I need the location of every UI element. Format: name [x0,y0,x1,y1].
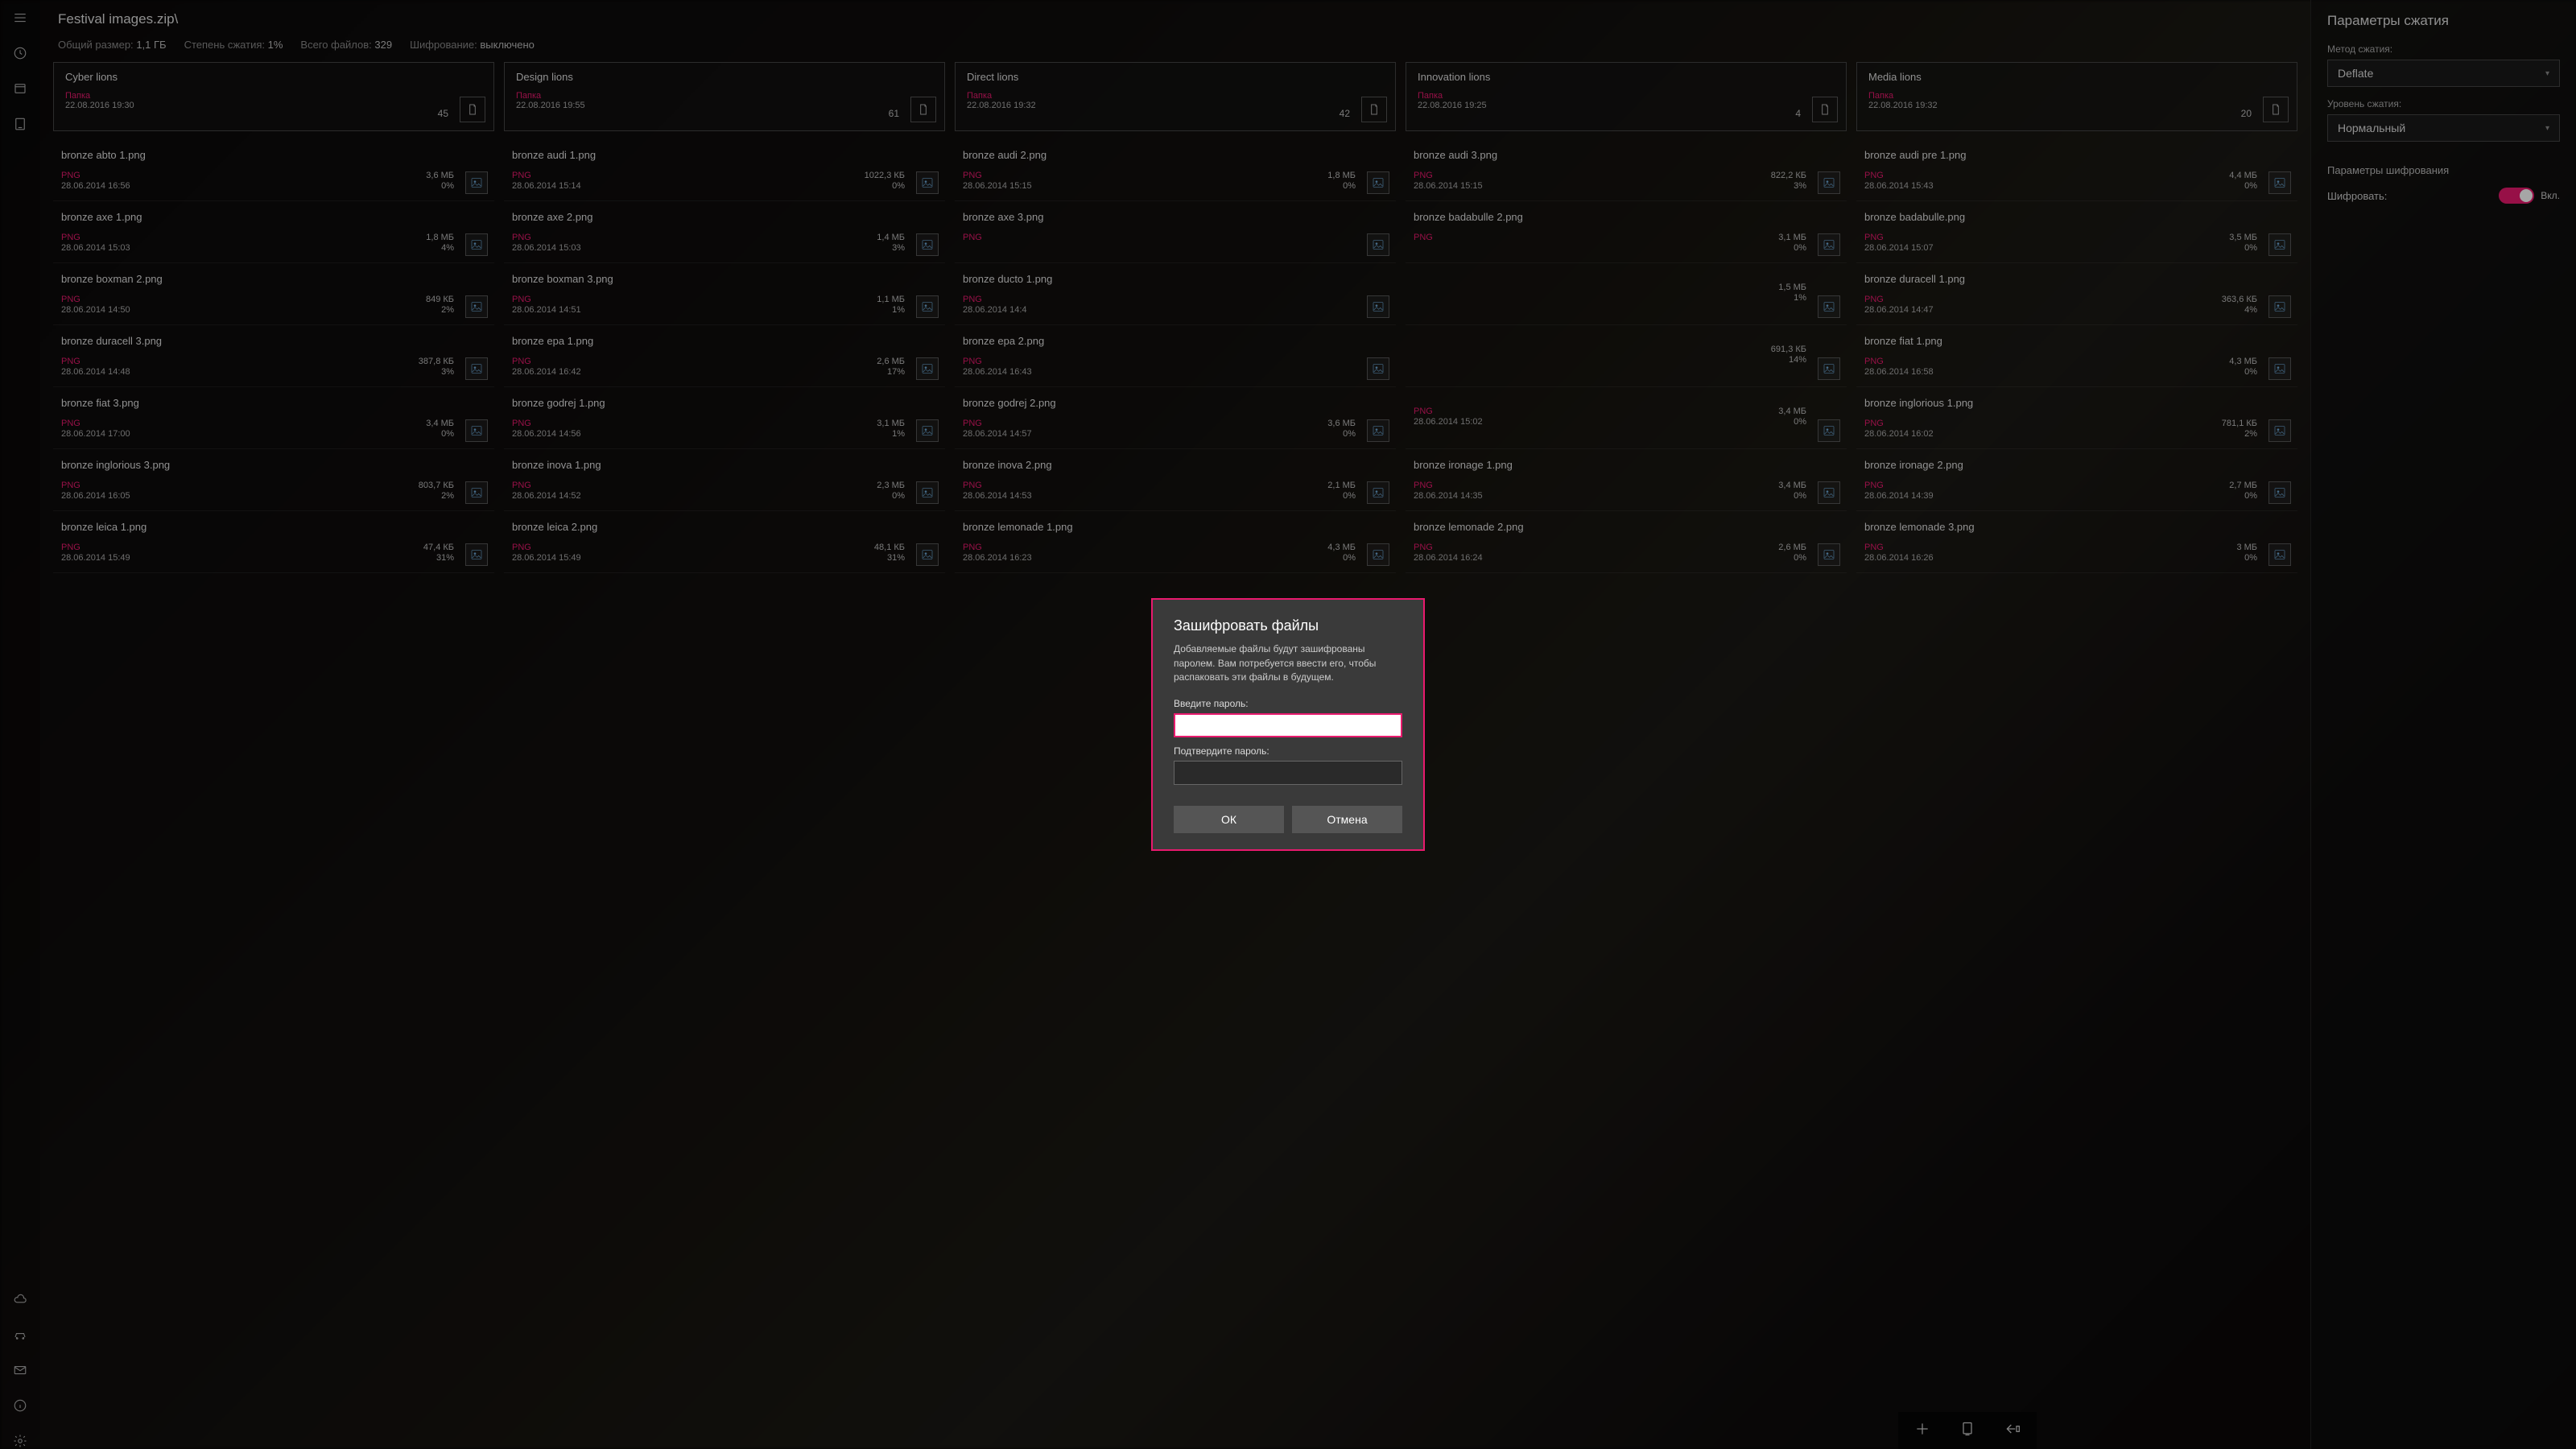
cancel-button[interactable]: Отмена [1292,806,1402,833]
confirm-password-input[interactable] [1174,761,1402,785]
password-label: Введите пароль: [1174,698,1402,709]
password-input[interactable] [1174,713,1402,737]
ok-button[interactable]: ОК [1174,806,1284,833]
modal-backdrop: Зашифровать файлы Добавляемые файлы буду… [0,0,2576,1449]
encrypt-dialog: Зашифровать файлы Добавляемые файлы буду… [1151,598,1425,850]
confirm-password-label: Подтвердите пароль: [1174,745,1402,757]
dialog-description: Добавляемые файлы будут зашифрованы паро… [1174,642,1402,684]
dialog-title: Зашифровать файлы [1174,617,1402,634]
